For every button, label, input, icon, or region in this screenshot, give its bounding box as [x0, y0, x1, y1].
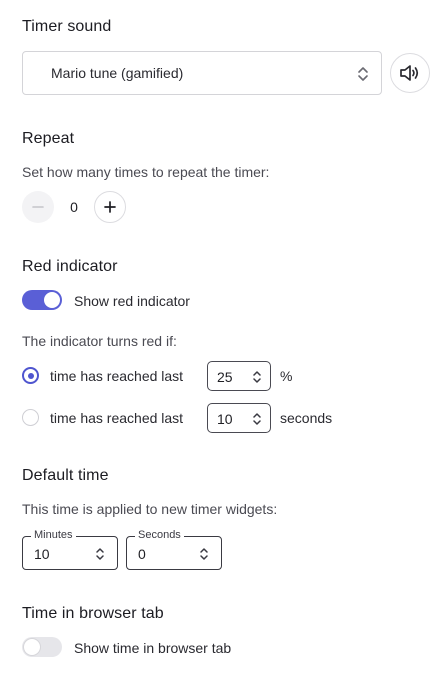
plus-icon — [104, 201, 116, 213]
radio-seconds-option[interactable] — [22, 409, 39, 426]
minutes-label: Minutes — [31, 529, 76, 541]
repeat-description: Set how many times to repeat the timer: — [22, 164, 270, 180]
repeat-count-value: 0 — [70, 199, 78, 215]
show-time-in-tab-label: Show time in browser tab — [74, 640, 232, 656]
default-time-heading: Default time — [22, 467, 109, 484]
spinner-updown-icon — [96, 548, 104, 560]
minus-icon — [32, 206, 44, 208]
toggle-knob — [44, 292, 60, 308]
repeat-heading: Repeat — [22, 130, 75, 147]
radio-percent-option[interactable] — [22, 367, 39, 384]
seconds-threshold-input[interactable]: 10 — [207, 403, 271, 433]
browser-tab-heading: Time in browser tab — [22, 605, 164, 622]
seconds-value: 0 — [138, 546, 146, 562]
repeat-decrement-button[interactable] — [22, 191, 54, 223]
show-red-indicator-label: Show red indicator — [74, 293, 190, 309]
repeat-increment-button[interactable] — [94, 191, 126, 223]
default-minutes-input[interactable]: Minutes 10 — [22, 529, 118, 570]
default-seconds-input[interactable]: Seconds 0 — [126, 529, 222, 570]
timer-sound-heading: Timer sound — [22, 18, 112, 35]
show-red-indicator-toggle[interactable] — [22, 290, 62, 310]
radio-percent-label: time has reached last — [50, 368, 184, 384]
seconds-threshold-value: 10 — [217, 411, 233, 427]
percent-input[interactable]: 25 — [207, 361, 271, 391]
red-indicator-heading: Red indicator — [22, 258, 118, 275]
spinner-updown-icon — [200, 548, 208, 560]
percent-input-value: 25 — [217, 369, 233, 385]
spinner-updown-icon — [253, 413, 261, 425]
timer-sound-selected-value: Mario tune (gamified) — [51, 65, 184, 81]
percent-unit: % — [280, 368, 293, 384]
red-indicator-description: The indicator turns red if: — [22, 333, 177, 349]
select-updown-icon — [358, 67, 368, 81]
show-time-in-tab-toggle[interactable] — [22, 637, 62, 657]
speaker-icon — [400, 65, 419, 81]
seconds-unit: seconds — [280, 410, 333, 426]
toggle-knob — [24, 639, 40, 655]
default-time-description: This time is applied to new timer widget… — [22, 501, 278, 517]
preview-sound-button[interactable] — [390, 53, 430, 93]
minutes-value: 10 — [34, 546, 50, 562]
radio-seconds-label: time has reached last — [50, 410, 184, 426]
seconds-label: Seconds — [135, 529, 184, 541]
timer-sound-select[interactable]: Mario tune (gamified) — [22, 51, 382, 95]
spinner-updown-icon — [253, 371, 261, 383]
